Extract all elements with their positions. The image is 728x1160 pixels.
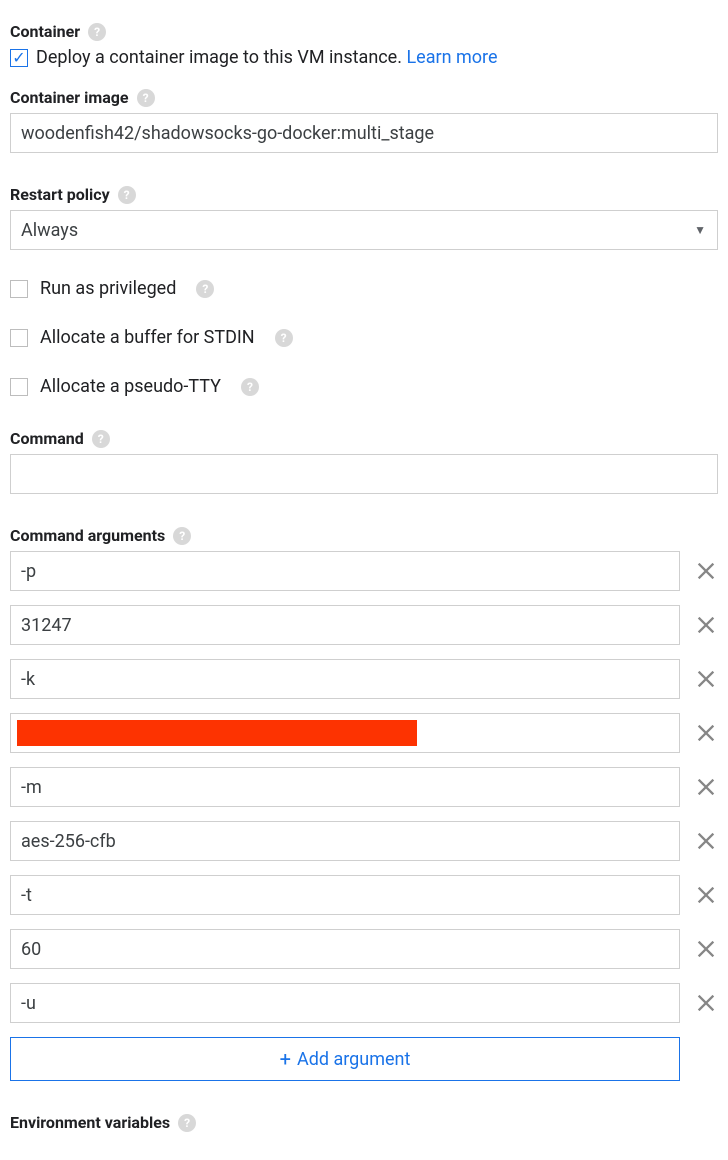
remove-argument-icon[interactable] (694, 991, 718, 1015)
help-icon[interactable]: ? (92, 430, 110, 448)
help-icon[interactable]: ? (173, 527, 191, 545)
argument-input[interactable] (10, 605, 680, 645)
remove-argument-icon[interactable] (694, 937, 718, 961)
argument-input-redacted[interactable] (10, 713, 680, 753)
container-label: Container ? (10, 22, 718, 41)
argument-input[interactable] (10, 659, 680, 699)
container-image-label: Container image ? (10, 88, 718, 107)
help-icon[interactable]: ? (241, 378, 259, 396)
remove-argument-icon[interactable] (694, 721, 718, 745)
help-icon[interactable]: ? (137, 89, 155, 107)
plus-icon: + (280, 1049, 291, 1069)
add-argument-button[interactable]: + Add argument (10, 1037, 680, 1081)
container-label-text: Container (10, 22, 80, 41)
restart-policy-label: Restart policy ? (10, 185, 718, 204)
deploy-text: Deploy a container image to this VM inst… (36, 47, 498, 68)
command-arguments-label: Command arguments ? (10, 526, 718, 545)
stdin-option[interactable]: Allocate a buffer for STDIN ? (10, 327, 718, 348)
argument-row (10, 983, 718, 1023)
argument-row (10, 821, 718, 861)
redaction-bar (17, 720, 417, 746)
remove-argument-icon[interactable] (694, 667, 718, 691)
restart-policy-select-wrap: ▼ (10, 210, 718, 250)
command-input[interactable] (10, 454, 718, 494)
remove-argument-icon[interactable] (694, 559, 718, 583)
command-label: Command ? (10, 429, 718, 448)
learn-more-link[interactable]: Learn more (406, 47, 497, 68)
tty-checkbox[interactable] (10, 378, 28, 396)
privileged-option[interactable]: Run as privileged ? (10, 278, 718, 299)
argument-row (10, 659, 718, 699)
help-icon[interactable]: ? (88, 23, 106, 41)
remove-argument-icon[interactable] (694, 829, 718, 853)
help-icon[interactable]: ? (178, 1114, 196, 1132)
check-icon: ✓ (12, 50, 25, 66)
argument-input[interactable] (10, 551, 680, 591)
remove-argument-icon[interactable] (694, 613, 718, 637)
help-icon[interactable]: ? (196, 280, 214, 298)
tty-option[interactable]: Allocate a pseudo-TTY ? (10, 376, 718, 397)
restart-policy-select[interactable] (10, 210, 718, 250)
container-image-input[interactable] (10, 113, 718, 153)
argument-row (10, 875, 718, 915)
deploy-row: ✓ Deploy a container image to this VM in… (10, 47, 718, 68)
argument-row (10, 605, 718, 645)
stdin-checkbox[interactable] (10, 329, 28, 347)
argument-row (10, 551, 718, 591)
argument-row (10, 713, 718, 753)
argument-input[interactable] (10, 821, 680, 861)
remove-argument-icon[interactable] (694, 775, 718, 799)
argument-input[interactable] (10, 929, 680, 969)
argument-row (10, 767, 718, 807)
privileged-checkbox[interactable] (10, 280, 28, 298)
arguments-list (10, 551, 718, 1023)
argument-input[interactable] (10, 983, 680, 1023)
help-icon[interactable]: ? (118, 186, 136, 204)
remove-argument-icon[interactable] (694, 883, 718, 907)
argument-row (10, 929, 718, 969)
argument-input[interactable] (10, 875, 680, 915)
help-icon[interactable]: ? (275, 329, 293, 347)
env-vars-label: Environment variables ? (10, 1113, 718, 1132)
argument-input[interactable] (10, 767, 680, 807)
deploy-checkbox[interactable]: ✓ (10, 49, 28, 67)
